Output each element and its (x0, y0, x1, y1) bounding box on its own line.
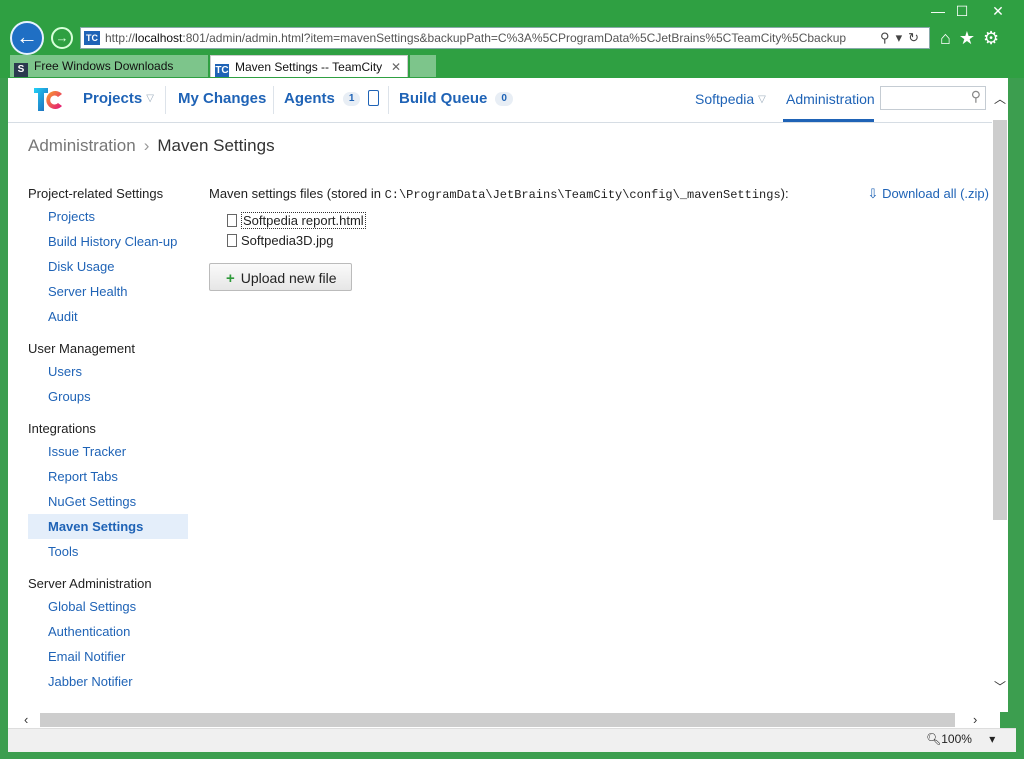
sidebar-item-build-history-cleanup[interactable]: Build History Clean-up (28, 229, 188, 254)
vertical-scroll-thumb[interactable] (993, 120, 1007, 520)
user-menu[interactable]: Softpedia ▽ (695, 91, 766, 107)
zoom-icon: 🔍︎ (926, 732, 942, 746)
file-list: Softpedia report.html Softpedia3D.jpg (209, 211, 989, 251)
scroll-left-icon[interactable]: ‹ (24, 712, 28, 727)
teamcity-logo-icon[interactable] (32, 84, 64, 114)
address-url[interactable]: http://localhost:801/admin/admin.html?it… (105, 28, 846, 48)
favorites-star-icon[interactable]: ★ (959, 28, 983, 48)
sidebar-item-disk-usage[interactable]: Disk Usage (28, 254, 188, 279)
sidebar-item-authentication[interactable]: Authentication (28, 619, 188, 644)
softpedia-icon: S (14, 63, 28, 77)
close-window-button[interactable]: ✕ (984, 2, 1012, 20)
file-link[interactable]: Softpedia3D.jpg (241, 233, 334, 248)
nav-separator (165, 86, 166, 114)
nav-separator (388, 86, 389, 114)
list-item: Softpedia report.html (209, 211, 989, 231)
teamcity-icon: TC (215, 64, 229, 77)
scroll-up-icon[interactable]: ︿ (992, 90, 1008, 107)
sidebar-item-issue-tracker[interactable]: Issue Tracker (28, 439, 188, 464)
plus-icon: + (226, 270, 235, 287)
sidebar-group-title: Integrations (28, 421, 96, 436)
download-icon: ⇩ (867, 186, 879, 201)
top-navigation: Projects ▽ My Changes Agents 1 Build Queue… (8, 78, 1000, 123)
list-item: Softpedia3D.jpg (209, 231, 989, 251)
vertical-scrollbar[interactable]: ︿ ﹀ (992, 78, 1008, 712)
sidebar-item-email-notifier[interactable]: Email Notifier (28, 644, 188, 669)
browser-tab[interactable]: S Free Windows Downloads (10, 55, 208, 77)
back-button[interactable]: ← (10, 21, 44, 55)
sidebar-item-report-tabs[interactable]: Report Tabs (28, 464, 188, 489)
teamcity-favicon-icon: TC (84, 31, 100, 45)
nav-separator (273, 86, 274, 114)
sidebar-item-audit[interactable]: Audit (28, 304, 188, 329)
upload-new-file-button[interactable]: + Upload new file (209, 263, 352, 291)
sidebar-item-tools[interactable]: Tools (28, 539, 188, 564)
horizontal-scrollbar[interactable]: ‹ › (8, 712, 1000, 728)
page-viewport: Projects ▽ My Changes Agents 1 Build Queue… (8, 78, 1000, 712)
sidebar-item-server-health[interactable]: Server Health (28, 279, 188, 304)
breadcrumb-administration[interactable]: Administration (28, 136, 136, 155)
sidebar-item-groups[interactable]: Groups (28, 384, 188, 409)
admin-sidebar: Project-related Settings Projects Build … (28, 184, 188, 694)
agent-icon (368, 90, 380, 106)
browser-tab-active[interactable]: TC Maven Settings -- TeamCity ✕ (210, 55, 408, 77)
sidebar-group-title: User Management (28, 341, 135, 356)
sidebar-group-title: Server Administration (28, 576, 152, 591)
horizontal-scroll-thumb[interactable] (40, 713, 955, 727)
chevron-down-icon[interactable]: ▾ (989, 732, 995, 746)
nav-build-queue[interactable]: Build Queue 0 (399, 90, 513, 107)
build-queue-count-badge: 0 (495, 92, 513, 106)
sidebar-group-title: Project-related Settings (28, 186, 164, 201)
sidebar-item-global-settings[interactable]: Global Settings (28, 594, 188, 619)
search-input[interactable]: ⚲ (880, 86, 986, 110)
page-title: Maven Settings (157, 136, 275, 155)
forward-button[interactable]: → (51, 27, 73, 49)
home-icon[interactable]: ⌂ (940, 28, 959, 48)
storage-path: C:\ProgramData\JetBrains\TeamCity\config… (384, 188, 781, 202)
new-tab-button[interactable] (410, 55, 436, 77)
scroll-right-icon[interactable]: › (973, 712, 977, 727)
chevron-down-icon[interactable]: ▽ (146, 93, 154, 104)
sidebar-item-jabber-notifier[interactable]: Jabber Notifier (28, 669, 188, 694)
chevron-right-icon: › (143, 136, 150, 155)
agents-count-badge: 1 (342, 92, 361, 106)
file-icon (227, 214, 237, 227)
nav-agents[interactable]: Agents 1 (284, 90, 380, 107)
sidebar-item-nuget-settings[interactable]: NuGet Settings (28, 489, 188, 514)
sidebar-item-maven-settings[interactable]: Maven Settings (28, 514, 188, 539)
search-icon[interactable]: ⚲ (971, 88, 981, 105)
settings-gear-icon[interactable]: ⚙ (983, 28, 1007, 48)
file-icon (227, 234, 237, 247)
address-tools: ⚲▾↻ (880, 28, 925, 48)
zoom-control[interactable]: 🔍︎100% ▾ (926, 732, 995, 746)
nav-administration[interactable]: Administration (786, 91, 875, 107)
arrow-left-icon: ← (16, 24, 38, 49)
arrow-right-icon: → (55, 30, 69, 45)
search-icon[interactable]: ⚲ (880, 30, 896, 45)
browser-toolbar-icons: ⌂★⚙ (940, 28, 1007, 49)
chevron-down-icon[interactable]: ▽ (758, 94, 766, 105)
refresh-icon[interactable]: ↻ (908, 30, 925, 45)
breadcrumb: Administration › Maven Settings (28, 136, 275, 156)
download-all-link[interactable]: ⇩ Download all (.zip) (868, 184, 989, 204)
maximize-button[interactable]: ☐ (948, 2, 976, 20)
scroll-down-icon[interactable]: ﹀ (992, 678, 1008, 695)
close-tab-icon[interactable]: ✕ (391, 56, 401, 77)
sidebar-item-users[interactable]: Users (28, 359, 188, 384)
nav-my-changes[interactable]: My Changes (178, 90, 266, 107)
sidebar-item-projects[interactable]: Projects (28, 204, 188, 229)
status-bar: 🔍︎100% ▾ (8, 728, 1016, 752)
maven-settings-content: Maven settings files (stored in C:\Progr… (209, 184, 989, 291)
file-link[interactable]: Softpedia report.html (241, 212, 366, 229)
dropdown-icon[interactable]: ▾ (896, 30, 909, 45)
nav-projects[interactable]: Projects ▽ (83, 90, 154, 107)
address-bar[interactable]: TC http://localhost:801/admin/admin.html… (80, 27, 930, 49)
